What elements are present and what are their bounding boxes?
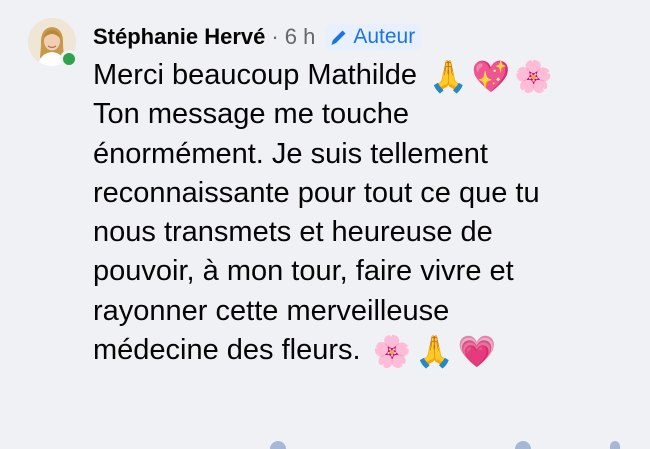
comment-body: Ton message me touche énormément. Je sui…	[93, 98, 540, 367]
comment-avatar-wrapper[interactable]	[28, 18, 78, 68]
sparkling-heart-emoji: 💖	[471, 59, 511, 94]
comment-text: Merci beaucoup Mathilde 🙏 💖 🌸 Ton message …	[93, 56, 633, 370]
comment-header: Stéphanie Hervé · 6 h Auteur	[93, 18, 633, 56]
growing-heart-emoji: 💗	[457, 334, 497, 370]
folded-hands-emoji: 🙏	[415, 334, 454, 370]
reaction-bar-hint	[515, 441, 531, 449]
header-separator: ·	[271, 24, 279, 49]
cherry-blossom-emoji: 🌸	[372, 334, 412, 370]
author-name[interactable]: Stéphanie Hervé	[93, 24, 265, 50]
comment-first-line: Merci beaucoup Mathilde	[93, 59, 418, 91]
comment-timestamp[interactable]: 6 h	[285, 24, 316, 50]
pencil-icon	[331, 30, 346, 45]
author-badge-label: Auteur	[353, 24, 416, 48]
reaction-bar-hint	[610, 441, 620, 449]
comment-bubble: Stéphanie Hervé · 6 h Auteur Merci beauc…	[93, 18, 633, 370]
folded-hands-emoji: 🙏	[429, 59, 468, 94]
cherry-blossom-emoji: 🌸	[514, 59, 553, 94]
online-status-dot	[60, 50, 78, 68]
author-badge: Auteur	[325, 23, 422, 51]
reaction-bar-hint	[270, 441, 286, 449]
